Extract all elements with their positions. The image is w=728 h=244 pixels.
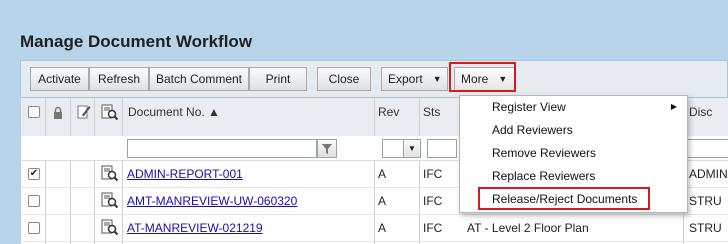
- batch-comment-button[interactable]: Batch Comment: [149, 67, 249, 91]
- menu-item-label: Release/Reject Documents: [492, 192, 638, 206]
- document-link[interactable]: AMT-MANREVIEW-UW-060320: [127, 194, 297, 208]
- menu-item-label: Replace Reviewers: [492, 169, 596, 183]
- more-dropdown-menu: Register View ▶ Add Reviewers Remove Rev…: [459, 95, 688, 213]
- select-all-checkbox[interactable]: [28, 106, 40, 118]
- menu-item-register-view[interactable]: Register View ▶: [460, 96, 687, 118]
- row-checkbox[interactable]: [28, 195, 40, 207]
- page-title: Manage Document Workflow: [20, 32, 253, 51]
- discipline-cell: STRU: [689, 194, 722, 208]
- caret-down-icon: ▼: [498, 74, 508, 84]
- export-button[interactable]: Export ▼: [381, 67, 448, 91]
- table-row[interactable]: AT-MANREVIEW-021219 A IFC AT - Level 2 F…: [21, 215, 728, 242]
- status-cell: IFC: [423, 221, 443, 235]
- discipline-cell: STRU: [689, 221, 722, 235]
- document-link[interactable]: ADMIN-REPORT-001: [127, 167, 243, 181]
- document-view-icon[interactable]: [101, 219, 119, 237]
- column-header-disc[interactable]: Disc: [689, 105, 712, 119]
- menu-item-remove-reviewers[interactable]: Remove Reviewers: [460, 142, 687, 164]
- more-label: More: [461, 72, 489, 86]
- menu-item-label: Remove Reviewers: [492, 146, 597, 160]
- lock-icon: [54, 106, 62, 119]
- toolbar: Activate Refresh Batch Comment Print Clo…: [20, 60, 728, 98]
- document-no-filter-input[interactable]: [127, 139, 317, 158]
- activate-button[interactable]: Activate: [30, 67, 89, 91]
- rev-cell: A: [378, 221, 387, 235]
- disc-filter-input[interactable]: [685, 139, 728, 158]
- export-label: Export: [388, 72, 423, 86]
- status-cell: IFC: [423, 167, 443, 181]
- rev-cell: A: [378, 167, 387, 181]
- menu-item-replace-reviewers[interactable]: Replace Reviewers: [460, 165, 687, 187]
- edit-icon: [77, 105, 91, 119]
- status-cell: IFC: [423, 194, 443, 208]
- row-checkbox[interactable]: ✔: [28, 168, 40, 180]
- caret-down-icon: ▼: [432, 74, 442, 84]
- refresh-button[interactable]: Refresh: [89, 67, 149, 91]
- close-button[interactable]: Close: [317, 67, 371, 91]
- document-link[interactable]: AT-MANREVIEW-021219: [127, 221, 263, 235]
- document-view-icon[interactable]: [101, 192, 119, 210]
- menu-item-label: Register View: [492, 100, 566, 114]
- column-header-sts[interactable]: Sts: [423, 105, 440, 119]
- sts-filter-select[interactable]: [427, 139, 457, 158]
- title-cell: AT - Level 2 Floor Plan: [467, 221, 589, 235]
- column-header-rev[interactable]: Rev: [378, 105, 399, 119]
- menu-item-add-reviewers[interactable]: Add Reviewers: [460, 119, 687, 141]
- rev-cell: A: [378, 194, 387, 208]
- menu-item-release-reject-documents[interactable]: Release/Reject Documents: [460, 188, 687, 210]
- row-checkbox[interactable]: [28, 222, 40, 234]
- column-header-document-no[interactable]: Document No. ▲: [128, 105, 220, 119]
- menu-item-label: Add Reviewers: [492, 123, 573, 137]
- rev-filter-dropdown-arrow[interactable]: ▼: [403, 139, 421, 158]
- filter-button[interactable]: [317, 139, 337, 158]
- more-button[interactable]: More ▼: [454, 67, 516, 91]
- filter-funnel-icon: [322, 143, 332, 154]
- document-view-icon[interactable]: [101, 165, 119, 183]
- discipline-cell: ADMIN: [689, 167, 728, 181]
- print-button[interactable]: Print: [249, 67, 307, 91]
- submenu-arrow-icon: ▶: [670, 102, 677, 111]
- document-view-icon: [101, 104, 119, 121]
